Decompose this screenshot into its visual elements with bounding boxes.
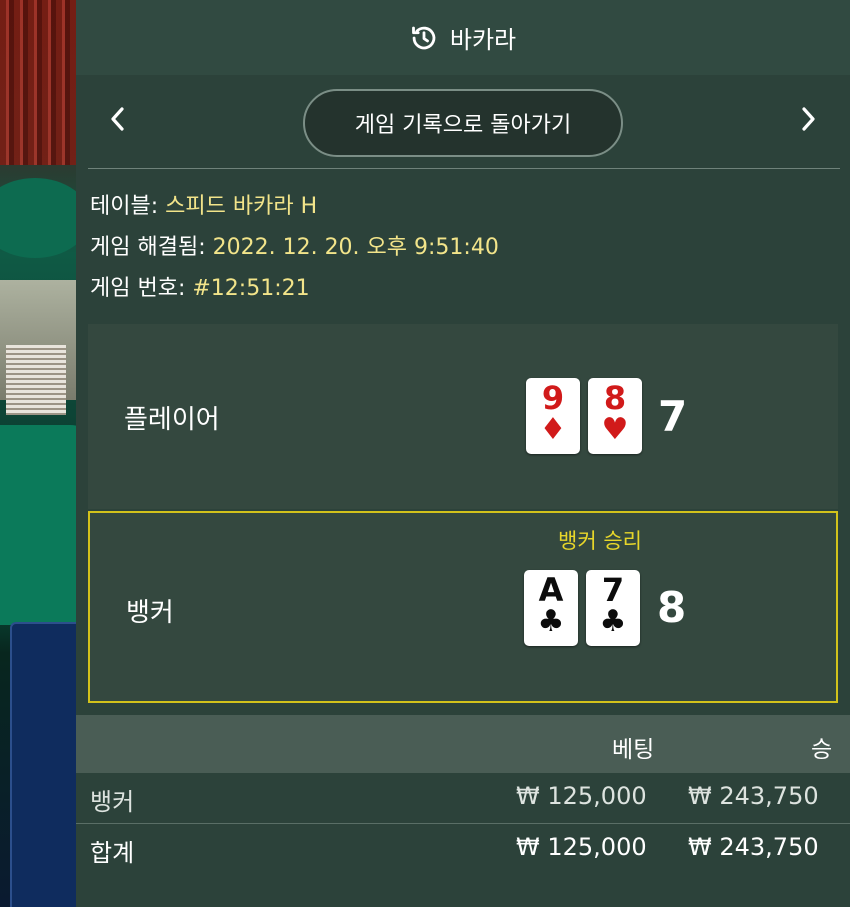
table-info-row: 테이블: 스피드 바카라 H <box>90 186 499 227</box>
heart-suit-icon: ♥ <box>601 412 629 447</box>
bet-column-header: 베팅 <box>612 737 655 763</box>
row-name: 합계 <box>90 839 135 867</box>
banker-card-1: A ♣ <box>524 570 578 646</box>
table-row: 뱅커 ₩ 125,000 ₩ 243,750 <box>76 773 850 823</box>
player-card-1: 9 ♦ <box>526 378 580 454</box>
panel-header: 바카라 <box>76 0 850 75</box>
banker-win-label: 뱅커 승리 <box>558 529 642 553</box>
card-rank: 7 <box>601 571 625 609</box>
chevron-left-icon[interactable] <box>108 105 128 138</box>
resolved-value: 2022. 12. 20. 오후 9:51:40 <box>212 235 499 260</box>
player-score: 7 <box>658 392 688 441</box>
table-row-total: 합계 ₩ 125,000 ₩ 243,750 <box>76 824 850 874</box>
bet-table-header: 베팅 승 <box>76 715 850 773</box>
club-suit-icon: ♣ <box>537 604 565 639</box>
win-amount: ₩ 243,750 <box>688 782 819 810</box>
player-hand: 플레이어 9 ♦ 8 ♥ 7 <box>88 324 838 509</box>
banker-card-2: 7 ♣ <box>586 570 640 646</box>
card-rank: 8 <box>603 379 627 417</box>
back-to-history-button[interactable]: 게임 기록으로 돌아가기 <box>303 88 623 157</box>
page-title: 바카라 <box>449 26 517 54</box>
banker-score: 8 <box>657 583 687 632</box>
win-amount: ₩ 243,750 <box>688 833 819 861</box>
bet-amount: ₩ 125,000 <box>516 782 647 810</box>
player-card-2: 8 ♥ <box>588 378 642 454</box>
card-rank: 9 <box>541 379 565 417</box>
card-rank: A <box>538 571 564 609</box>
game-number-value: #12:51:21 <box>192 276 310 301</box>
row-name: 뱅커 <box>90 788 135 816</box>
win-column-header: 승 <box>811 737 833 763</box>
player-label: 플레이어 <box>124 405 220 435</box>
background-table-felt-lower <box>0 425 76 625</box>
banker-label: 뱅커 <box>126 598 174 628</box>
background-curtain <box>0 0 76 165</box>
banker-hand: 뱅커 승리 뱅커 A ♣ 7 ♣ 8 <box>88 511 838 703</box>
game-info: 테이블: 스피드 바카라 H 게임 해결됨: 2022. 12. 20. 오후 … <box>90 186 499 309</box>
table-label: 테이블: <box>90 194 159 219</box>
game-history-panel: 바카라 게임 기록으로 돌아가기 테이블: 스피드 바카라 H 게임 해결됨: … <box>76 0 850 907</box>
resolved-label: 게임 해결됨: <box>90 235 206 260</box>
history-icon <box>410 24 438 52</box>
background-card-stack <box>6 345 66 415</box>
background-table-felt <box>0 178 76 258</box>
chevron-right-icon[interactable] <box>798 105 818 138</box>
resolved-info-row: 게임 해결됨: 2022. 12. 20. 오후 9:51:40 <box>90 227 499 268</box>
game-number-label: 게임 번호: <box>90 276 186 301</box>
game-number-row: 게임 번호: #12:51:21 <box>90 268 499 309</box>
club-suit-icon: ♣ <box>599 604 627 639</box>
header-divider <box>88 168 840 169</box>
background-bet-panel <box>10 622 76 907</box>
bet-amount: ₩ 125,000 <box>516 833 647 861</box>
game-background <box>0 0 76 907</box>
diamond-suit-icon: ♦ <box>539 412 567 447</box>
table-value: 스피드 바카라 H <box>165 194 318 219</box>
history-navigation: 게임 기록으로 돌아가기 <box>76 75 850 170</box>
